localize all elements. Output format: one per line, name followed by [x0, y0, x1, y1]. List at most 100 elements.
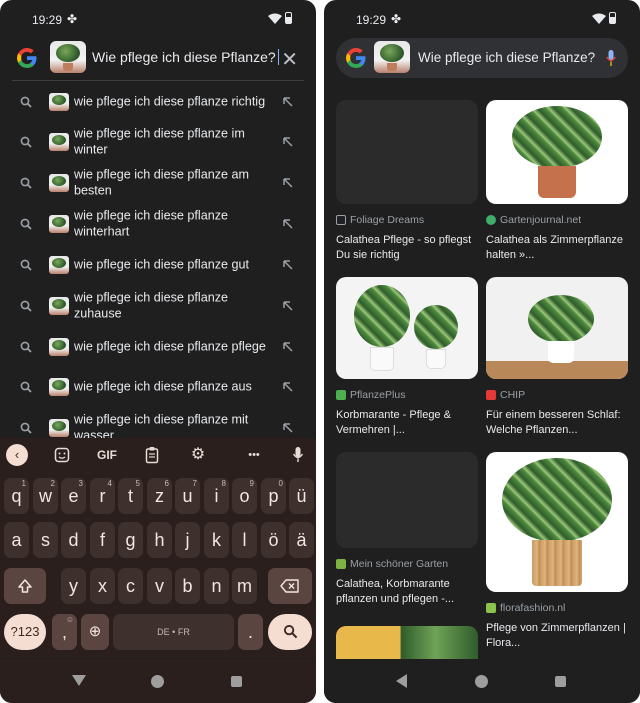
- key-t[interactable]: t5: [118, 478, 143, 514]
- key-g[interactable]: g: [118, 522, 143, 558]
- chevron-left-icon[interactable]: ‹: [6, 444, 28, 466]
- shelf: [486, 361, 628, 379]
- home-icon[interactable]: [475, 675, 488, 688]
- suggestion-item[interactable]: wie pflege ich diese pflanze richtig: [0, 82, 316, 122]
- result-card[interactable]: Foliage Dreams Calathea Pflege - so pfle…: [336, 100, 478, 263]
- result-card[interactable]: CHIP Für einem besseren Schlaf: Welche P…: [486, 277, 628, 438]
- key-n[interactable]: n: [204, 568, 229, 604]
- fill-query-arrow-icon[interactable]: [282, 259, 294, 271]
- key-ue[interactable]: ü: [289, 478, 314, 514]
- key-u[interactable]: u7: [175, 478, 200, 514]
- key-k[interactable]: k: [204, 522, 229, 558]
- key-i[interactable]: i8: [204, 478, 229, 514]
- period-key[interactable]: .: [238, 614, 263, 650]
- key-q[interactable]: q1: [4, 478, 29, 514]
- fill-query-arrow-icon[interactable]: [282, 218, 294, 230]
- search-input[interactable]: Wie pflege ich diese Pflanze?: [92, 49, 280, 65]
- key-w[interactable]: w2: [33, 478, 58, 514]
- key-s[interactable]: s: [33, 522, 58, 558]
- mic-icon[interactable]: [292, 446, 304, 464]
- key-r[interactable]: r4: [90, 478, 115, 514]
- key-row-4: ?123 , ☺ ⊕ DE • FR .: [0, 614, 316, 650]
- fill-query-arrow-icon[interactable]: [282, 381, 294, 393]
- shift-key[interactable]: [4, 568, 46, 604]
- fill-query-arrow-icon[interactable]: [282, 96, 294, 108]
- result-image[interactable]: [486, 452, 628, 592]
- result-title: Für einem besseren Schlaf: Welche Pflanz…: [486, 409, 621, 436]
- suggestion-item[interactable]: wie pflege ich diese pflanze mit wasser: [0, 408, 316, 438]
- fan-icon: ✤: [67, 12, 78, 26]
- close-icon[interactable]: ✕: [281, 47, 298, 72]
- plant-thumbnail-icon: [49, 256, 69, 274]
- result-image[interactable]: [336, 100, 478, 204]
- key-j[interactable]: j: [175, 522, 200, 558]
- suggestion-item[interactable]: wie pflege ich diese pflanze am besten: [0, 163, 316, 203]
- key-l[interactable]: l: [232, 522, 257, 558]
- plant-pot: [370, 347, 394, 371]
- back-icon[interactable]: [396, 674, 407, 688]
- plant-thumbnail[interactable]: [50, 41, 86, 73]
- result-card-partial[interactable]: [336, 626, 478, 659]
- result-image[interactable]: [336, 277, 478, 379]
- recents-icon[interactable]: [555, 676, 566, 687]
- result-card[interactable]: PflanzePlus Korbmarante - Pflege & Verme…: [336, 277, 478, 438]
- battery-icon: [285, 12, 292, 24]
- more-icon[interactable]: •••: [241, 444, 267, 466]
- result-image[interactable]: [336, 626, 478, 659]
- key-e[interactable]: e3: [61, 478, 86, 514]
- recents-icon[interactable]: [231, 676, 242, 687]
- result-card[interactable]: Gartenjournal.net Calathea als Zimmerpfl…: [486, 100, 628, 263]
- suggestion-item[interactable]: wie pflege ich diese pflanze gut: [0, 245, 316, 285]
- key-z[interactable]: z6: [147, 478, 172, 514]
- fill-query-arrow-icon[interactable]: [282, 422, 294, 434]
- key-o[interactable]: o9: [232, 478, 257, 514]
- fill-query-arrow-icon[interactable]: [282, 177, 294, 189]
- result-image[interactable]: [336, 452, 478, 548]
- suggestion-item[interactable]: wie pflege ich diese pflanze zuhause: [0, 286, 316, 326]
- plant-thumbnail[interactable]: [374, 41, 410, 73]
- space-bar[interactable]: DE • FR: [113, 614, 234, 650]
- clipboard-icon[interactable]: [145, 446, 159, 464]
- comma-key[interactable]: , ☺: [52, 614, 77, 650]
- key-ae[interactable]: ä: [289, 522, 314, 558]
- search-key[interactable]: [268, 614, 312, 650]
- backspace-key[interactable]: [268, 568, 312, 604]
- result-image[interactable]: [486, 100, 628, 204]
- suggestion-item[interactable]: wie pflege ich diese pflanze im winter: [0, 122, 316, 162]
- suggestion-item[interactable]: wie pflege ich diese pflanze winterhart: [0, 204, 316, 244]
- search-bar[interactable]: Wie pflege ich diese Pflanze? ✕: [0, 38, 316, 78]
- symbols-key[interactable]: ?123: [4, 614, 46, 650]
- hide-keyboard-icon[interactable]: [72, 675, 86, 686]
- home-icon[interactable]: [151, 675, 164, 688]
- key-b[interactable]: b: [175, 568, 200, 604]
- key-m[interactable]: m: [232, 568, 257, 604]
- result-image[interactable]: [486, 277, 628, 379]
- key-c[interactable]: c: [118, 568, 143, 604]
- gif-button[interactable]: GIF: [94, 444, 120, 466]
- globe-icon[interactable]: ⊕: [81, 614, 109, 650]
- fill-query-arrow-icon[interactable]: [282, 341, 294, 353]
- result-card[interactable]: Mein schöner Garten Calathea, Korbmarant…: [336, 452, 478, 607]
- suggestion-item[interactable]: wie pflege ich diese pflanze aus: [0, 367, 316, 407]
- key-d[interactable]: d: [61, 522, 86, 558]
- search-icon: [20, 300, 32, 312]
- search-bar[interactable]: Wie pflege ich diese Pflanze?: [336, 38, 628, 78]
- key-a[interactable]: a: [4, 522, 29, 558]
- plant-pot: [426, 349, 446, 369]
- key-p[interactable]: p0: [261, 478, 286, 514]
- key-h[interactable]: h: [147, 522, 172, 558]
- key-x[interactable]: x: [90, 568, 115, 604]
- key-y[interactable]: y: [61, 568, 86, 604]
- suggestion-item[interactable]: wie pflege ich diese pflanze pflege: [0, 327, 316, 367]
- result-card[interactable]: florafashion.nl Pflege von Zimmerpflanze…: [486, 452, 628, 651]
- plant-foliage: [528, 295, 594, 343]
- key-f[interactable]: f: [90, 522, 115, 558]
- search-query[interactable]: Wie pflege ich diese Pflanze?: [418, 50, 595, 65]
- fill-query-arrow-icon[interactable]: [282, 136, 294, 148]
- gear-icon[interactable]: ⚙: [188, 444, 208, 466]
- fill-query-arrow-icon[interactable]: [282, 300, 294, 312]
- sticker-icon[interactable]: [54, 447, 70, 463]
- key-oe[interactable]: ö: [261, 522, 286, 558]
- key-v[interactable]: v: [147, 568, 172, 604]
- mic-icon[interactable]: [606, 49, 616, 67]
